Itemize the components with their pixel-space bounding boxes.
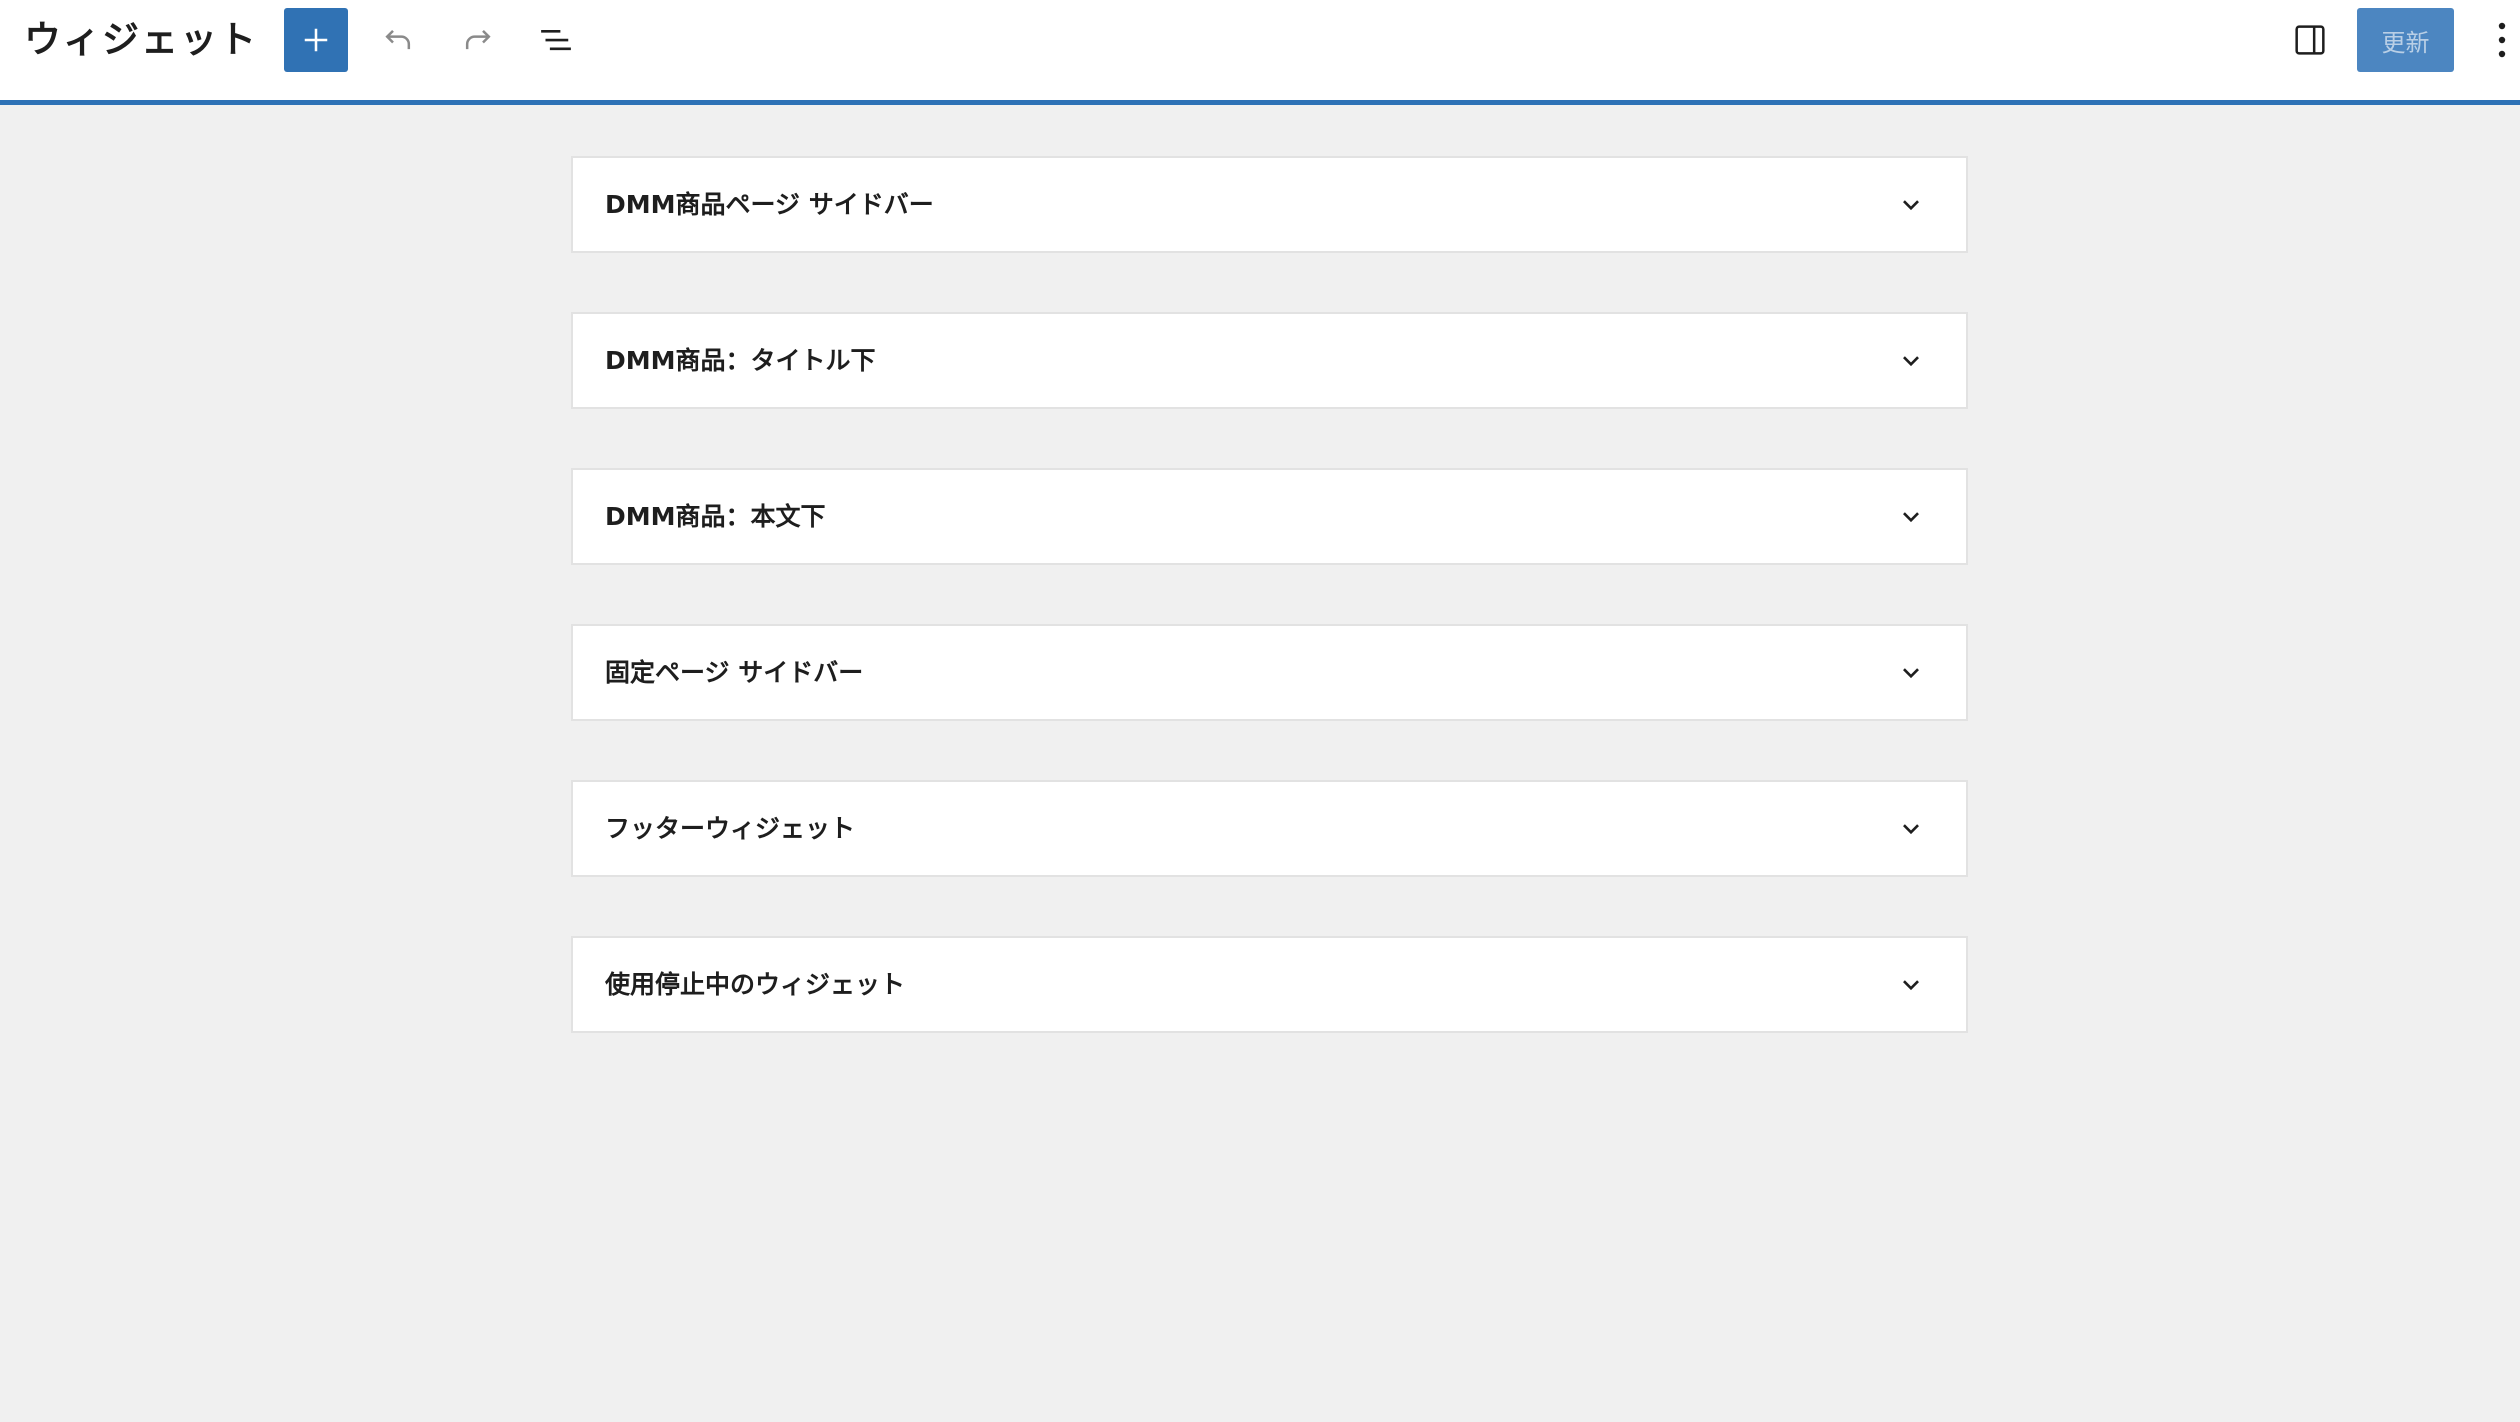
page-title: ウィジェット [24,18,258,61]
sidebar-toggle-icon [2295,25,2325,55]
widget-area-title: DMM商品ページ サイドバー [605,190,934,219]
undo-button[interactable] [370,12,426,68]
widget-area-panel[interactable]: DMM商品：タイトル下 [571,312,1968,409]
widget-area-title: DMM商品：本文下 [605,502,826,531]
undo-icon [385,29,411,50]
chevron-down-icon[interactable] [1896,814,1926,844]
widget-area-panel[interactable]: DMM商品：本文下 [571,468,1968,565]
widget-area-title: DMM商品：タイトル下 [605,346,876,375]
more-vertical-icon [2498,22,2506,58]
chevron-down-icon[interactable] [1896,502,1926,532]
redo-button[interactable] [450,12,506,68]
widget-area-panel[interactable]: フッターウィジェット [571,780,1968,877]
update-button[interactable]: 更新 [2357,8,2454,72]
chevron-down-icon[interactable] [1896,346,1926,376]
list-view-icon [541,29,571,51]
settings-sidebar-toggle[interactable] [2282,12,2338,68]
chevron-down-icon[interactable] [1896,658,1926,688]
plus-icon [304,28,328,52]
widget-area-title: フッターウィジェット [605,814,856,843]
add-block-button[interactable] [284,8,348,72]
widget-area-panel[interactable]: 固定ページ サイドバー [571,624,1968,721]
options-menu-button[interactable] [2488,12,2516,68]
chevron-down-icon[interactable] [1896,970,1926,1000]
widget-area-panel[interactable]: DMM商品ページ サイドバー [571,156,1968,253]
widget-area-title: 使用停止中のウィジェット [605,970,906,999]
redo-icon [465,29,491,50]
list-view-button[interactable] [528,12,584,68]
editor-header: ウィジェット 更新 [0,0,2520,105]
widget-area-panel[interactable]: 使用停止中のウィジェット [571,936,1968,1033]
widget-area-title: 固定ページ サイドバー [605,658,864,687]
chevron-down-icon[interactable] [1896,190,1926,220]
